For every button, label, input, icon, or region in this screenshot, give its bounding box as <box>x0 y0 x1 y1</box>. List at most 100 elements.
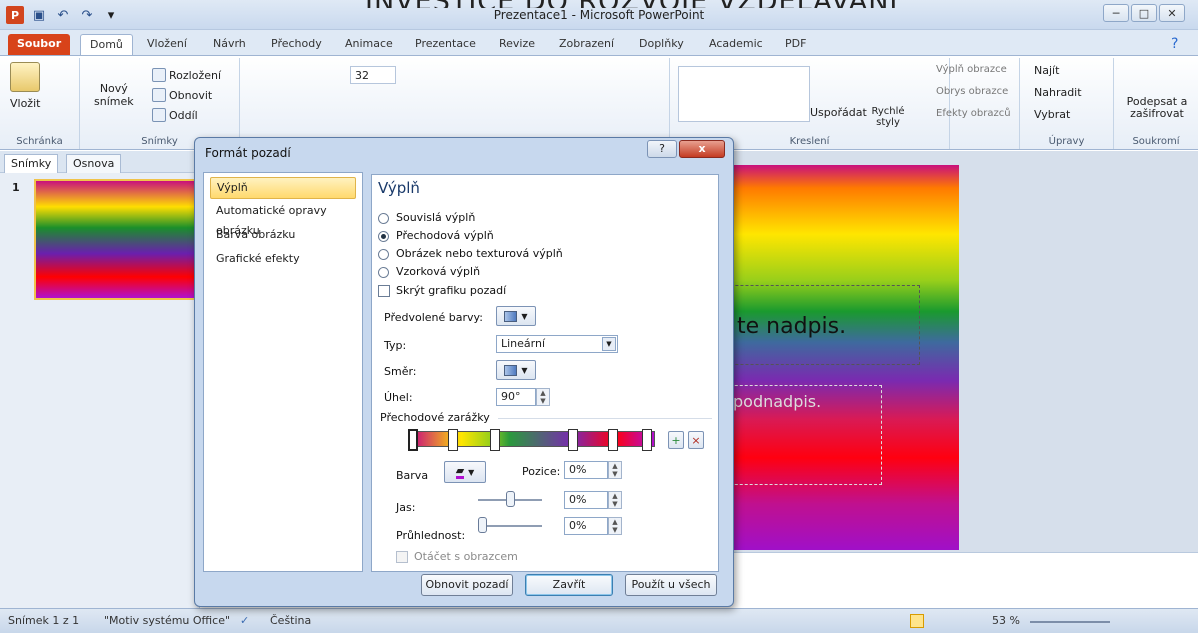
angle-spinner[interactable]: ▲ ▼ <box>536 388 550 406</box>
shapes-gallery[interactable] <box>678 66 810 122</box>
slide-thumbnail[interactable] <box>34 179 196 300</box>
tab-vlozeni[interactable]: Vložení <box>138 34 196 56</box>
tab-outline-pane[interactable]: Osnova <box>66 154 122 173</box>
rotate-with-shape-checkbox[interactable] <box>396 551 408 563</box>
reset-button[interactable]: Obnovit <box>152 88 212 102</box>
gradient-stop-6[interactable] <box>642 429 652 451</box>
transparency-input[interactable]: 0% <box>564 517 608 535</box>
nav-picture-color[interactable]: Barva obrázku <box>210 225 356 247</box>
zoom-slider[interactable] <box>1030 621 1110 623</box>
arrange-button[interactable]: Uspořádat <box>810 106 867 119</box>
position-input[interactable]: 0% <box>564 461 608 479</box>
reset-background-button[interactable]: Obnovit pozadí <box>421 574 513 596</box>
picture-fill-label: Obrázek nebo texturová výplň <box>396 247 563 260</box>
angle-input[interactable]: 90° <box>496 388 536 406</box>
add-stop-icon[interactable]: + <box>668 431 684 449</box>
find-button[interactable]: Najít <box>1034 64 1059 77</box>
powerpoint-icon[interactable]: P <box>6 6 24 24</box>
brightness-spinner[interactable]: ▲ ▼ <box>608 491 622 509</box>
preset-colors-button[interactable]: ▼ <box>496 306 536 326</box>
window-title: Prezentace1 - Microsoft PowerPoint <box>493 8 705 22</box>
tab-doplnky[interactable]: Doplňky <box>630 34 693 56</box>
layout-label: Rozložení <box>169 68 222 82</box>
preset-colors-label: Předvolené barvy: <box>384 311 483 324</box>
picture-fill-radio[interactable] <box>378 249 389 260</box>
paste-icon <box>10 62 41 92</box>
normal-view-icon[interactable] <box>910 614 924 628</box>
gradient-stop-3[interactable] <box>490 429 500 451</box>
shape-fill-button[interactable]: Výplň obrazce <box>936 64 1007 75</box>
gradient-stop-5[interactable] <box>608 429 618 451</box>
apply-to-all-button[interactable]: Použít u všech <box>625 574 717 596</box>
minimize-button[interactable]: ─ <box>1103 4 1129 22</box>
section-button[interactable]: Oddíl <box>152 108 198 122</box>
color-picker-button[interactable]: ▰ ▼ <box>444 461 486 483</box>
tab-navrh[interactable]: Návrh <box>204 34 255 56</box>
language-status[interactable]: Čeština <box>270 614 311 627</box>
tab-academic[interactable]: Academic <box>700 34 772 56</box>
status-bar: Snímek 1 z 1 "Motiv systému Office" ✓ Če… <box>0 608 1198 633</box>
close-button[interactable]: Zavřít <box>525 574 613 596</box>
nav-artistic-effects[interactable]: Grafické efekty <box>210 249 356 271</box>
new-slide-button[interactable]: Nový snímek <box>94 82 134 108</box>
tab-animace[interactable]: Animace <box>336 34 402 56</box>
transparency-spinner[interactable]: ▲ ▼ <box>608 517 622 535</box>
hide-graphics-checkbox[interactable] <box>378 285 390 297</box>
tab-domu[interactable]: Domů <box>80 34 133 56</box>
save-icon[interactable]: ▣ <box>30 6 48 24</box>
shape-effects-button[interactable]: Efekty obrazců <box>936 108 1011 119</box>
gradient-stop-4[interactable] <box>568 429 578 451</box>
layout-button[interactable]: Rozložení <box>152 68 221 82</box>
gradient-stop-2[interactable] <box>448 429 458 451</box>
solid-fill-radio[interactable] <box>378 213 389 224</box>
tab-revize[interactable]: Revize <box>490 34 544 56</box>
tab-slides-pane[interactable]: Snímky <box>4 154 59 173</box>
help-icon[interactable]: ? <box>1162 34 1187 56</box>
direction-button[interactable]: ▼ <box>496 360 536 380</box>
panel-heading: Výplň <box>378 179 420 197</box>
undo-icon[interactable]: ↶ <box>54 6 72 24</box>
nav-picture-corrections[interactable]: Automatické opravy obrázku <box>210 201 356 237</box>
group-slides: Nový snímek Rozložení Obnovit Oddíl Sním… <box>80 58 240 149</box>
pattern-fill-radio[interactable] <box>378 267 389 278</box>
paste-button[interactable]: Vložit <box>10 62 40 110</box>
quick-styles-button[interactable]: Rychlé styly <box>870 106 906 128</box>
customize-toolbar-icon[interactable]: ▾ <box>102 6 120 24</box>
dialog-help-button[interactable]: ? <box>647 140 677 158</box>
replace-button[interactable]: Nahradit <box>1034 86 1082 99</box>
angle-label: Úhel: <box>384 391 413 404</box>
tab-prechody[interactable]: Přechody <box>262 34 331 56</box>
shape-outline-button[interactable]: Obrys obrazce <box>936 86 1008 97</box>
remove-stop-icon[interactable]: × <box>688 431 704 449</box>
gradient-stop-1[interactable] <box>408 429 418 451</box>
nav-fill[interactable]: Výplň <box>210 177 356 199</box>
transparency-slider-thumb[interactable] <box>478 517 487 533</box>
ribbon-tabs: Soubor Domů Vložení Návrh Přechody Anima… <box>0 30 1198 56</box>
type-label: Typ: <box>384 339 407 352</box>
slide-canvas[interactable]: te nadpis. podnadpis. <box>690 165 959 550</box>
gradient-fill-radio[interactable] <box>378 231 389 242</box>
spellcheck-icon[interactable]: ✓ <box>240 614 249 627</box>
subtitle-placeholder-text: podnadpis. <box>733 392 822 411</box>
tab-prezentace[interactable]: Prezentace <box>406 34 485 56</box>
zoom-level[interactable]: 53 % <box>992 614 1020 627</box>
position-label: Pozice: <box>522 465 561 478</box>
brightness-slider-thumb[interactable] <box>506 491 515 507</box>
type-select[interactable]: Lineární ▼ <box>496 335 618 353</box>
select-button[interactable]: Vybrat <box>1034 108 1070 121</box>
maximize-button[interactable]: □ <box>1131 4 1157 22</box>
dialog-close-button[interactable]: x <box>679 140 725 158</box>
font-size-combo[interactable]: 32 <box>350 66 396 84</box>
rotate-with-shape-label: Otáčet s obrazcem <box>414 550 518 563</box>
tab-pdf[interactable]: PDF <box>776 34 815 56</box>
close-window-button[interactable]: ✕ <box>1159 4 1185 22</box>
position-spinner[interactable]: ▲ ▼ <box>608 461 622 479</box>
sign-encrypt-button[interactable]: Podepsat a zašifrovat <box>1122 96 1192 120</box>
transparency-label: Průhlednost: <box>396 529 466 542</box>
redo-icon[interactable]: ↷ <box>78 6 96 24</box>
tab-zobrazeni[interactable]: Zobrazení <box>550 34 623 56</box>
transparency-slider[interactable] <box>478 525 542 527</box>
brightness-input[interactable]: 0% <box>564 491 608 509</box>
theme-name: "Motiv systému Office" <box>104 614 231 627</box>
tab-soubor[interactable]: Soubor <box>8 34 71 56</box>
